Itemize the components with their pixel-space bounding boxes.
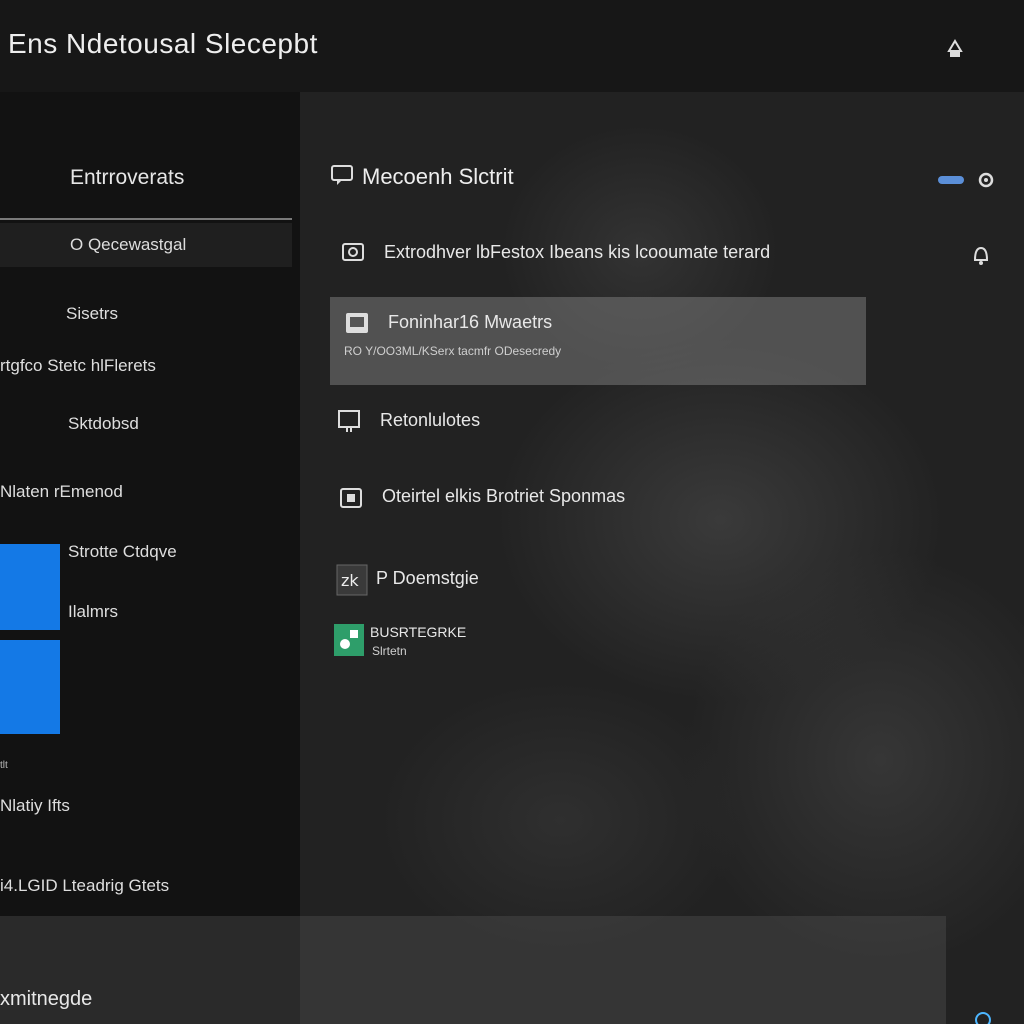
shield-icon	[338, 410, 360, 432]
image-icon	[346, 313, 368, 333]
list-item[interactable]: Retonlulotes	[336, 408, 636, 438]
bottom-label[interactable]: xmitnegde	[0, 988, 92, 1011]
window-title: Ens Ndetousal Slecepbt	[8, 28, 318, 59]
list-item-subtitle: RO Y/OO3ML/KSerx tacmfr ODesecredy	[344, 344, 562, 358]
sidebar-heading: Entrroverats	[70, 166, 185, 189]
chat-icon	[331, 165, 353, 185]
list-item[interactable]: Extrodhver lbFestox Ibeans kis lcooumate…	[340, 238, 820, 268]
title-bar: Ens Ndetousal Slecepbt	[0, 0, 1024, 92]
list-item-label: Extrodhver lbFestox Ibeans kis lcooumate…	[384, 242, 771, 262]
list-item-label: BUSRTEGRKE	[370, 624, 467, 640]
sidebar-item-5[interactable]: Strotte Ctdqve	[68, 542, 177, 562]
list-item-label: Oteirtel elkis Brotriet Sponmas	[382, 486, 626, 506]
list-item-label: Retonlulotes	[380, 410, 481, 430]
page-title: Mecoenh Slctrit	[362, 164, 514, 189]
svg-text:zk: zk	[341, 571, 359, 590]
sidebar-item-6[interactable]: Ilalmrs	[68, 602, 118, 622]
sidebar-item-4[interactable]: Nlaten rEmenod	[0, 482, 123, 502]
list-item[interactable]: BUSRTEGRKE Slrtetn	[334, 624, 634, 664]
sidebar-caption: tlt	[0, 760, 8, 771]
list-item[interactable]: Foninhar16 Mwaetrs RO Y/OO3ML/KSerx tacm…	[344, 310, 844, 370]
network-icon[interactable]	[972, 1006, 994, 1024]
app-tile[interactable]	[0, 640, 60, 734]
monitor-icon	[340, 488, 362, 508]
list-item[interactable]: Oteirtel elkis Brotriet Sponmas	[338, 486, 738, 516]
sidebar: Entrroverats O Qecewastgal Sisetrs rtgfc…	[0, 92, 300, 1024]
camera-icon	[342, 243, 364, 261]
user-icon[interactable]	[944, 38, 966, 60]
sidebar-divider	[0, 218, 292, 220]
sidebar-item-1[interactable]: Sisetrs	[66, 304, 118, 324]
bell-icon[interactable]	[970, 244, 992, 266]
store-icon	[334, 624, 364, 656]
sidebar-item-8[interactable]: i4.LGID Lteadrig Gtets	[0, 876, 169, 896]
sidebar-item-2[interactable]: rtgfco Stetc hlFlerets	[0, 356, 156, 376]
list-item-label: Foninhar16 Mwaetrs	[388, 312, 553, 332]
list-item-subtitle: Slrtetn	[372, 644, 407, 658]
list-item-label: P Doemstgie	[376, 568, 479, 588]
list-item[interactable]: zk P Doemstgie	[336, 564, 636, 596]
app-icon: zk	[336, 564, 368, 596]
bottom-panel	[0, 916, 946, 1024]
sidebar-item-label: O Qecewastgal	[70, 235, 187, 254]
sidebar-item-selected[interactable]: O Qecewastgal	[0, 223, 292, 267]
sidebar-item-3[interactable]: Sktdobsd	[68, 414, 139, 434]
app-tile[interactable]	[0, 544, 60, 630]
sidebar-item-7[interactable]: Nlatiy Ifts	[0, 796, 70, 816]
toggle-switch[interactable]	[938, 176, 964, 184]
gear-icon[interactable]	[976, 170, 996, 190]
